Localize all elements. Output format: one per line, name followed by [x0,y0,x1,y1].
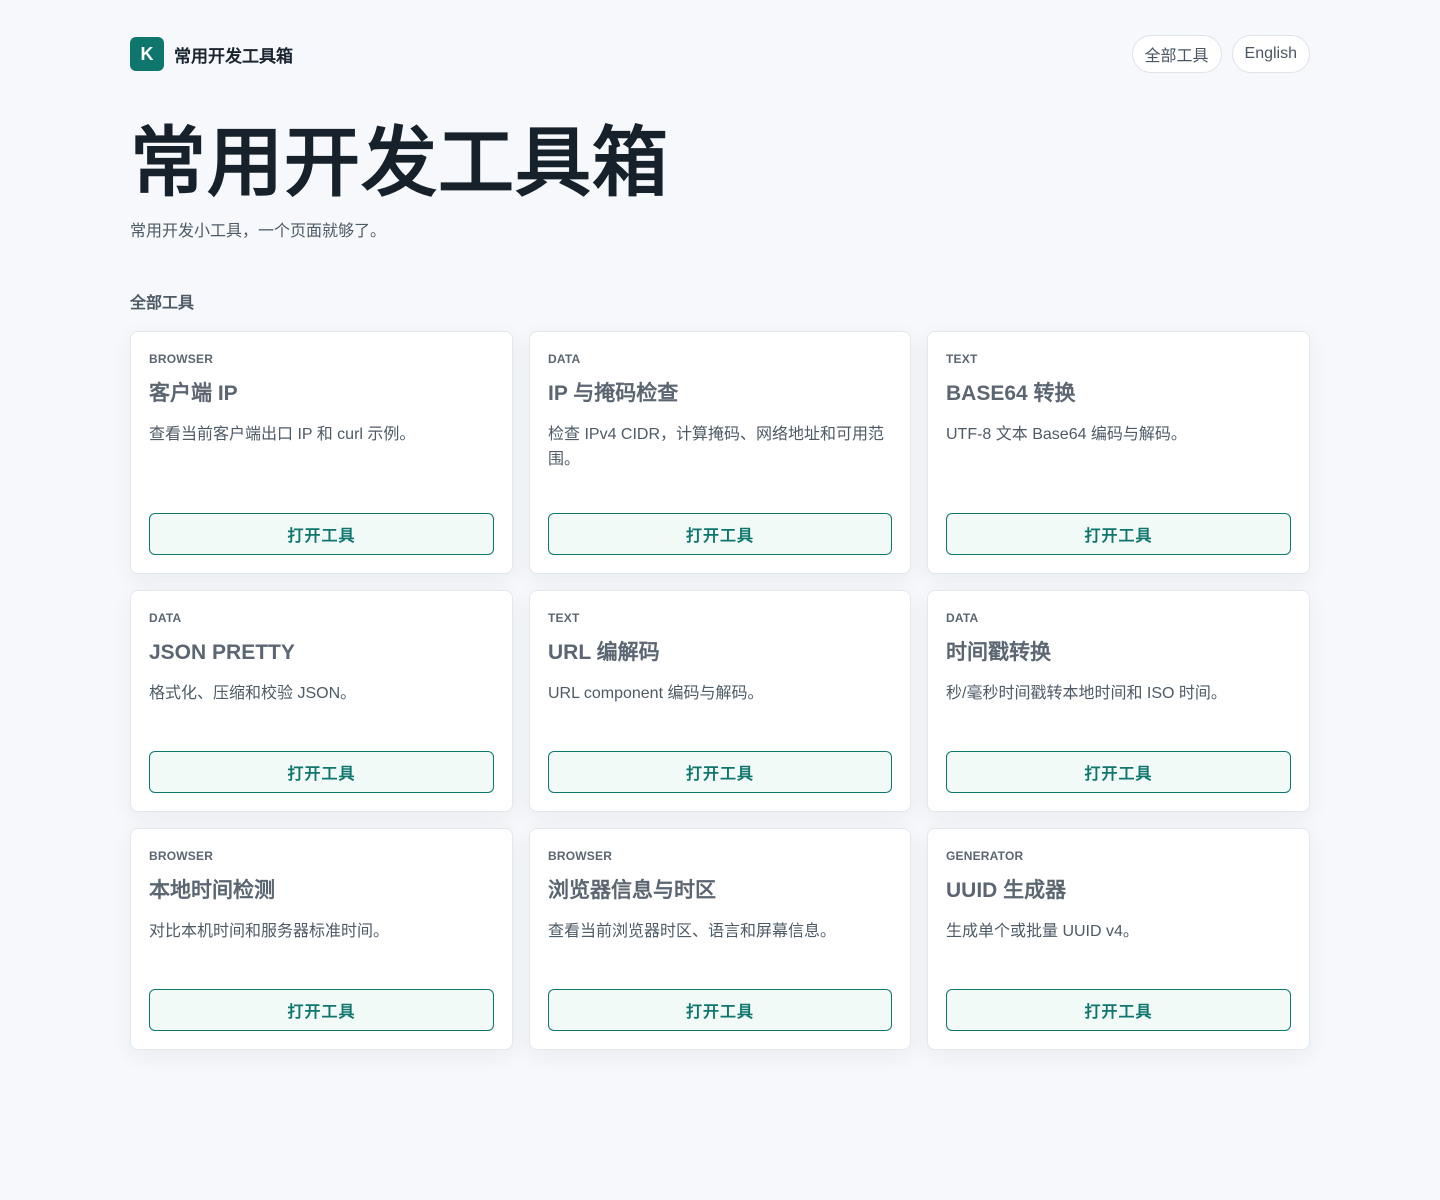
card-category: TEXT [946,352,978,366]
open-tool-button[interactable]: 打开工具 [149,751,494,793]
open-tool-button[interactable]: 打开工具 [946,513,1291,555]
card-title: UUID 生成器 [946,879,1067,902]
open-tool-button[interactable]: 打开工具 [946,751,1291,793]
card-category: TEXT [548,611,580,625]
tool-card-json-pretty: DATA JSON PRETTY 格式化、压缩和校验 JSON。 打开工具 [130,590,513,812]
card-description: 生成单个或批量 UUID v4。 [946,923,1139,940]
card-category: BROWSER [548,849,613,863]
card-title: IP 与掩码检查 [548,382,679,405]
tool-card-uuid: GENERATOR UUID 生成器 生成单个或批量 UUID v4。 打开工具 [927,828,1310,1050]
tool-card-local-time: BROWSER 本地时间检测 对比本机时间和服务器标准时间。 打开工具 [130,828,513,1050]
tool-card-url-codec: TEXT URL 编解码 URL component 编码与解码。 打开工具 [529,590,911,812]
tool-grid: BROWSER 客户端 IP 查看当前客户端出口 IP 和 curl 示例。 打… [130,331,1310,1050]
card-title: 本地时间检测 [149,879,275,902]
card-description: 查看当前客户端出口 IP 和 curl 示例。 [149,426,416,443]
brand[interactable]: K 常用开发工具箱 [130,37,293,71]
tool-card-timestamp: DATA 时间戳转换 秒/毫秒时间戳转本地时间和 ISO 时间。 打开工具 [927,590,1310,812]
page: K 常用开发工具箱 全部工具 English 常用开发工具箱 常用开发小工具，一… [0,0,1440,1200]
card-category: DATA [946,611,979,625]
tool-card-ip-mask: DATA IP 与掩码检查 检查 IPv4 CIDR，计算掩码、网络地址和可用范… [529,331,911,574]
card-category: BROWSER [149,849,214,863]
card-title: 客户端 IP [149,382,238,405]
card-title: 浏览器信息与时区 [548,879,716,902]
card-description: UTF-8 文本 Base64 编码与解码。 [946,426,1187,443]
brand-logo: K [130,37,164,71]
card-description: 格式化、压缩和校验 JSON。 [149,685,357,702]
card-category: DATA [149,611,182,625]
card-description: 对比本机时间和服务器标准时间。 [149,923,390,940]
open-tool-button[interactable]: 打开工具 [149,989,494,1031]
language-switch-button[interactable]: English [1231,35,1310,73]
card-description: 检查 IPv4 CIDR，计算掩码、网络地址和可用范围。 [548,426,885,468]
section-heading: 全部工具 [130,295,195,312]
brand-name: 常用开发工具箱 [174,46,293,66]
open-tool-button[interactable]: 打开工具 [548,989,892,1031]
card-description: 秒/毫秒时间戳转本地时间和 ISO 时间。 [946,685,1227,702]
card-category: GENERATOR [946,849,1024,863]
card-description: 查看当前浏览器时区、语言和屏幕信息。 [548,923,837,940]
open-tool-button[interactable]: 打开工具 [548,513,892,555]
card-title: BASE64 转换 [946,382,1076,405]
card-description: URL component 编码与解码。 [548,685,764,702]
card-title: 时间戳转换 [946,641,1051,664]
tool-card-browser-info: BROWSER 浏览器信息与时区 查看当前浏览器时区、语言和屏幕信息。 打开工具 [529,828,911,1050]
card-category: BROWSER [149,352,214,366]
card-title: URL 编解码 [548,641,660,664]
top-nav: 全部工具 English [1131,35,1310,73]
tool-card-base64: TEXT BASE64 转换 UTF-8 文本 Base64 编码与解码。 打开… [927,331,1310,574]
page-subtitle: 常用开发小工具，一个页面就够了。 [130,223,387,240]
open-tool-button[interactable]: 打开工具 [548,751,892,793]
top-bar: K 常用开发工具箱 全部工具 English [130,35,1310,73]
tool-card-client-ip: BROWSER 客户端 IP 查看当前客户端出口 IP 和 curl 示例。 打… [130,331,513,574]
card-title: JSON PRETTY [149,641,295,664]
card-category: DATA [548,352,581,366]
nav-all-tools-button[interactable]: 全部工具 [1131,35,1222,73]
open-tool-button[interactable]: 打开工具 [149,513,494,555]
page-title: 常用开发工具箱 [130,121,669,206]
open-tool-button[interactable]: 打开工具 [946,989,1291,1031]
